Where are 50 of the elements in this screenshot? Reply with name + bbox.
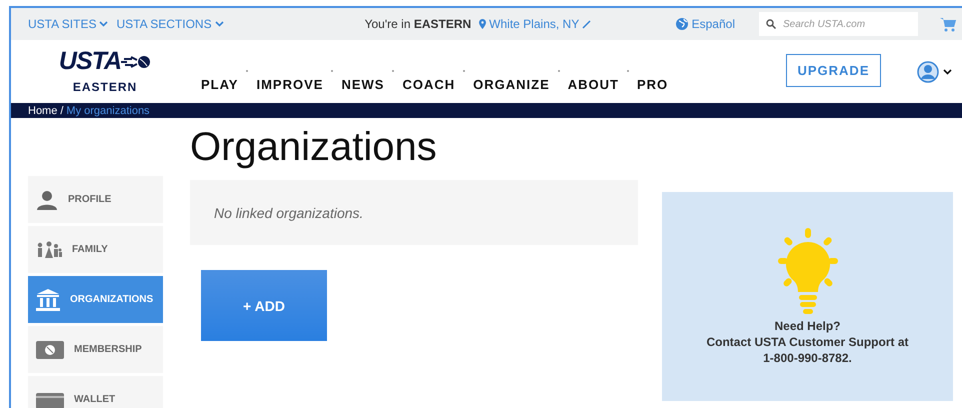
avatar-icon[interactable] — [917, 60, 939, 82]
nav-link[interactable]: ORGANIZE — [473, 77, 550, 92]
add-button[interactable]: + ADD — [201, 270, 327, 341]
breadcrumb-separator: / — [60, 104, 64, 116]
separator-dot — [558, 70, 560, 72]
site-menu-link[interactable]: USTA SITES — [28, 17, 108, 31]
help-title: Need Help? — [774, 318, 840, 334]
people-icon — [36, 240, 62, 258]
sidebar-item[interactable]: WALLET — [28, 376, 163, 408]
location-link[interactable]: White Plains, NY — [479, 17, 592, 31]
nav-link[interactable]: IMPROVE — [256, 77, 324, 92]
breadcrumb-link[interactable]: Home — [28, 104, 58, 116]
separator-dot — [463, 70, 466, 72]
nav-link[interactable]: NEWS — [341, 77, 384, 92]
help-text: Contact USTA Customer Support at — [706, 334, 908, 350]
globe-icon — [676, 18, 688, 30]
site-menu-link[interactable]: USTA SECTIONS — [116, 17, 224, 31]
language-link[interactable]: Español — [676, 17, 735, 31]
help-text: 1-800-990-8782. — [763, 350, 852, 366]
chevron-down-icon — [99, 21, 108, 27]
search-field[interactable]: Search USTA.com — [759, 12, 918, 36]
empty-message: No linked organizations. — [214, 204, 364, 220]
sidebar-item[interactable]: ORGANIZATIONS — [28, 276, 163, 323]
sidebar-item[interactable]: FAMILY — [28, 226, 163, 273]
building-columns-icon — [36, 288, 60, 310]
breadcrumb-current[interactable]: My organizations — [66, 104, 150, 116]
logo-wordmark: USTA — [58, 49, 122, 74]
page-title: Organizations — [190, 124, 438, 171]
nav-link[interactable]: PLAY — [201, 77, 238, 92]
search-icon — [766, 19, 776, 29]
sidebar-item[interactable]: MEMBERSHIP — [28, 326, 163, 373]
separator-dot — [331, 70, 334, 72]
map-pin-icon — [479, 19, 486, 29]
separator-dot — [392, 70, 394, 72]
sidebar-item[interactable]: PROFILE — [28, 176, 163, 223]
nav-link[interactable]: ABOUT — [568, 77, 619, 92]
location-text: You're in EASTERN — [364, 17, 472, 31]
pencil-icon — [582, 20, 592, 28]
separator-dot — [246, 70, 248, 72]
nav-link[interactable]: COACH — [402, 77, 456, 92]
logo-section: EASTERN — [72, 80, 138, 94]
person-icon — [36, 190, 58, 210]
upgrade-button[interactable]: UPGRADE — [786, 54, 881, 87]
nav-link[interactable]: PRO — [636, 77, 668, 92]
flaming-ball-icon — [121, 54, 152, 68]
chevron-down-icon — [214, 21, 224, 27]
chevron-down-icon — [943, 68, 952, 74]
separator-dot — [626, 70, 629, 72]
wallet-icon — [36, 390, 64, 408]
cart-icon[interactable] — [940, 16, 956, 32]
